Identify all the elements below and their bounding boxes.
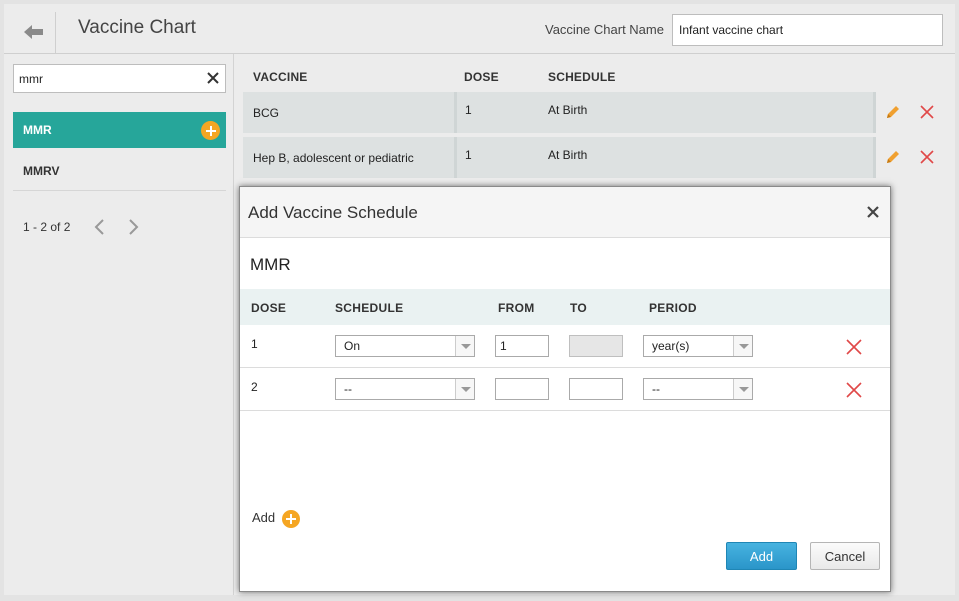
list-item-label: MMRV bbox=[23, 164, 60, 178]
period-select[interactable]: -- bbox=[643, 378, 753, 400]
schedule-cell: At Birth bbox=[548, 103, 588, 117]
cancel-button[interactable]: Cancel bbox=[810, 542, 880, 570]
from-input[interactable] bbox=[495, 335, 549, 357]
column-header-to: TO bbox=[570, 301, 588, 315]
dose-cell: 1 bbox=[465, 103, 472, 117]
schedule-select[interactable]: -- bbox=[335, 378, 475, 400]
period-select-value: -- bbox=[652, 382, 660, 396]
search-input[interactable] bbox=[14, 65, 204, 92]
dialog-vaccine-name: MMR bbox=[250, 255, 291, 274]
schedule-select-value: -- bbox=[344, 382, 352, 396]
dialog-title: Add Vaccine Schedule bbox=[248, 203, 418, 222]
back-button[interactable] bbox=[12, 12, 56, 56]
table-row: Hep B, adolescent or pediatric 1 At Birt… bbox=[243, 137, 945, 178]
column-header-period: PERIOD bbox=[649, 301, 697, 315]
arrow-left-icon bbox=[24, 25, 43, 39]
dose-number: 2 bbox=[251, 380, 258, 394]
pencil-icon[interactable] bbox=[884, 148, 902, 166]
add-circle-icon[interactable] bbox=[282, 510, 300, 528]
list-item-label: MMR bbox=[23, 123, 52, 137]
remove-row-icon[interactable] bbox=[846, 339, 862, 355]
chart-name-input[interactable] bbox=[672, 14, 943, 46]
add-dose-link[interactable]: Add bbox=[252, 510, 275, 525]
delete-icon[interactable] bbox=[920, 150, 934, 164]
page-title: Vaccine Chart bbox=[78, 17, 196, 38]
column-header-dose: DOSE bbox=[251, 301, 287, 315]
column-header-vaccine: VACCINE bbox=[253, 70, 308, 84]
chevron-left-icon[interactable] bbox=[93, 218, 107, 236]
chevron-down-icon bbox=[455, 336, 474, 356]
column-header-schedule: SCHEDULE bbox=[548, 70, 616, 84]
vaccine-cell: Hep B, adolescent or pediatric bbox=[253, 151, 414, 165]
chevron-down-icon bbox=[733, 336, 752, 356]
chevron-down-icon bbox=[455, 379, 474, 399]
period-select[interactable]: year(s) bbox=[643, 335, 753, 357]
header-bar: Vaccine Chart Vaccine Chart Name bbox=[4, 4, 955, 56]
to-input[interactable] bbox=[569, 378, 623, 400]
row-actions bbox=[876, 137, 945, 178]
add-button[interactable]: Add bbox=[726, 542, 797, 570]
chevron-right-icon[interactable] bbox=[126, 218, 140, 236]
period-select-value: year(s) bbox=[652, 339, 690, 353]
delete-icon[interactable] bbox=[920, 105, 934, 119]
search-box bbox=[13, 64, 226, 93]
dialog-header: Add Vaccine Schedule bbox=[240, 187, 890, 238]
chevron-down-icon bbox=[733, 379, 752, 399]
table-row: BCG 1 At Birth bbox=[243, 92, 945, 133]
column-header-from: FROM bbox=[498, 301, 535, 315]
clear-search-icon[interactable] bbox=[206, 71, 220, 85]
remove-row-icon[interactable] bbox=[846, 382, 862, 398]
add-vaccine-schedule-dialog: Add Vaccine Schedule MMR DOSE SCHEDULE F… bbox=[239, 186, 891, 592]
row-actions bbox=[876, 92, 945, 133]
column-divider bbox=[454, 92, 457, 133]
dose-cell: 1 bbox=[465, 148, 472, 162]
list-item-mmrv[interactable]: MMRV bbox=[13, 153, 226, 191]
add-vaccine-icon[interactable] bbox=[201, 121, 220, 140]
schedule-row: 2 -- -- bbox=[240, 368, 890, 411]
chart-name-label: Vaccine Chart Name bbox=[545, 22, 664, 37]
schedule-cell: At Birth bbox=[548, 148, 588, 162]
column-divider bbox=[454, 137, 457, 178]
column-header-schedule: SCHEDULE bbox=[335, 301, 404, 315]
column-header-dose: DOSE bbox=[464, 70, 499, 84]
close-icon[interactable] bbox=[866, 205, 880, 219]
dose-number: 1 bbox=[251, 337, 258, 351]
schedule-table-header: DOSE SCHEDULE FROM TO PERIOD bbox=[240, 289, 890, 325]
pager-text: 1 - 2 of 2 bbox=[23, 220, 71, 234]
from-input[interactable] bbox=[495, 378, 549, 400]
schedule-row: 1 On year(s) bbox=[240, 325, 890, 368]
to-input bbox=[569, 335, 623, 357]
vaccine-list-panel: MMR MMRV 1 - 2 of 2 bbox=[4, 54, 234, 595]
schedule-select-value: On bbox=[344, 339, 361, 353]
schedule-select[interactable]: On bbox=[335, 335, 475, 357]
pencil-icon[interactable] bbox=[884, 103, 902, 121]
vaccine-cell: BCG bbox=[253, 106, 280, 120]
list-item-mmr[interactable]: MMR bbox=[13, 112, 226, 148]
